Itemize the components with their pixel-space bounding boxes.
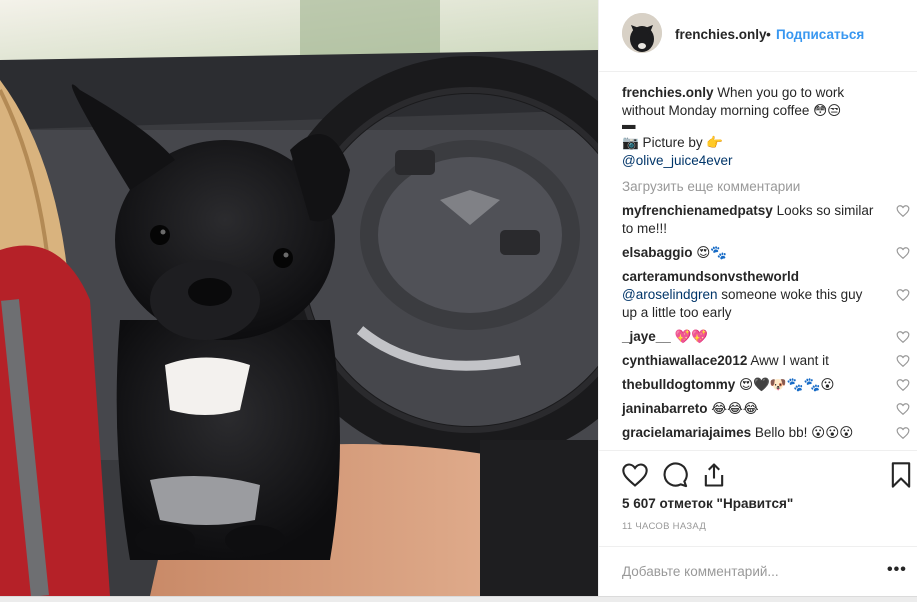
comment-text: 💖💖: [674, 329, 709, 344]
comment-item: myfrenchienamedpatsy Looks so similar to…: [622, 202, 910, 238]
page-bottom-strip: [0, 596, 917, 602]
comment-item: thebulldogtommy 😍🖤🐶🐾🐾😮: [622, 376, 910, 394]
comment-username-link[interactable]: cynthiawallace2012: [622, 353, 747, 368]
comment-like-heart-icon[interactable]: [896, 204, 910, 218]
load-more-comments-link[interactable]: Загрузить еще комментарии: [622, 178, 904, 196]
bookmark-icon[interactable]: [887, 461, 915, 489]
comment-text: Bello bb! 😮😮😮: [754, 425, 854, 440]
comment-like-heart-icon[interactable]: [896, 354, 910, 368]
comment-item: carteramundsonvstheworld @aroselindgren …: [622, 268, 910, 322]
comment-username-link[interactable]: carteramundsonvstheworld: [622, 269, 799, 284]
comment-like-heart-icon[interactable]: [896, 330, 910, 344]
comment-like-heart-icon[interactable]: [896, 246, 910, 260]
caption-line-1: When you go to work: [717, 85, 845, 100]
header-separator-dot: •: [766, 26, 771, 42]
comment-username-link[interactable]: janinabarreto: [622, 401, 708, 416]
comment-text: 😍🐾: [696, 245, 728, 260]
add-comment-bar: •••: [599, 546, 917, 596]
post-caption: frenchies.only When you go to work witho…: [622, 84, 904, 170]
likes-count[interactable]: 5 607 отметок "Нравится": [622, 496, 793, 511]
comment-item: elsabaggio 😍🐾: [622, 244, 910, 262]
comment-icon[interactable]: [661, 461, 689, 489]
comment-text: 😍🖤🐶🐾🐾😮: [739, 377, 835, 392]
comment-text: 😂😂😂: [711, 401, 759, 416]
post-side-panel: frenchies.only • Подписаться frenchies.o…: [598, 0, 917, 596]
post-actions-bar: [599, 450, 917, 500]
share-icon[interactable]: [700, 461, 728, 489]
comment-like-heart-icon[interactable]: [896, 378, 910, 392]
post-header: frenchies.only • Подписаться: [599, 0, 917, 72]
comment-item: _jaye__ 💖💖: [622, 328, 910, 346]
add-comment-input[interactable]: [622, 561, 872, 581]
comment-item: gracielamariajaimes Bello bb! 😮😮😮: [622, 424, 910, 442]
comment-mention-link[interactable]: @aroselindgren: [622, 287, 718, 302]
header-username-link[interactable]: frenchies.only: [675, 27, 767, 42]
comment-item: janinabarreto 😂😂😂: [622, 400, 910, 418]
comment-username-link[interactable]: thebulldogtommy: [622, 377, 735, 392]
comment-item: cynthiawallace2012 Aww I want it: [622, 352, 910, 370]
caption-username-link[interactable]: frenchies.only: [622, 85, 714, 100]
comment-like-heart-icon[interactable]: [896, 288, 910, 302]
comment-like-heart-icon[interactable]: [896, 426, 910, 440]
comment-username-link[interactable]: gracielamariajaimes: [622, 425, 751, 440]
comment-username-link[interactable]: myfrenchienamedpatsy: [622, 203, 773, 218]
avatar[interactable]: [622, 13, 662, 53]
heart-icon[interactable]: [621, 461, 649, 489]
avatar-image: [622, 13, 662, 53]
post-timestamp[interactable]: 11 часов назад: [622, 521, 706, 532]
comment-text: Aww I want it: [750, 353, 829, 368]
more-options-icon[interactable]: •••: [887, 561, 907, 579]
comment-username-link[interactable]: _jaye__: [622, 329, 671, 344]
caption-credit-link[interactable]: @olive_juice4ever: [622, 152, 904, 170]
comment-like-heart-icon[interactable]: [896, 402, 910, 416]
post-photo-image: [0, 0, 598, 596]
comments-list: frenchies.only When you go to work witho…: [622, 84, 910, 448]
caption-picture-by: 📷 Picture by 👉: [622, 135, 724, 150]
post-photo[interactable]: [0, 0, 598, 596]
caption-dash: ▬: [622, 117, 636, 132]
follow-button[interactable]: Подписаться: [776, 27, 864, 42]
comment-username-link[interactable]: elsabaggio: [622, 245, 693, 260]
caption-line-2: without Monday morning coffee 😳😒: [622, 103, 842, 118]
